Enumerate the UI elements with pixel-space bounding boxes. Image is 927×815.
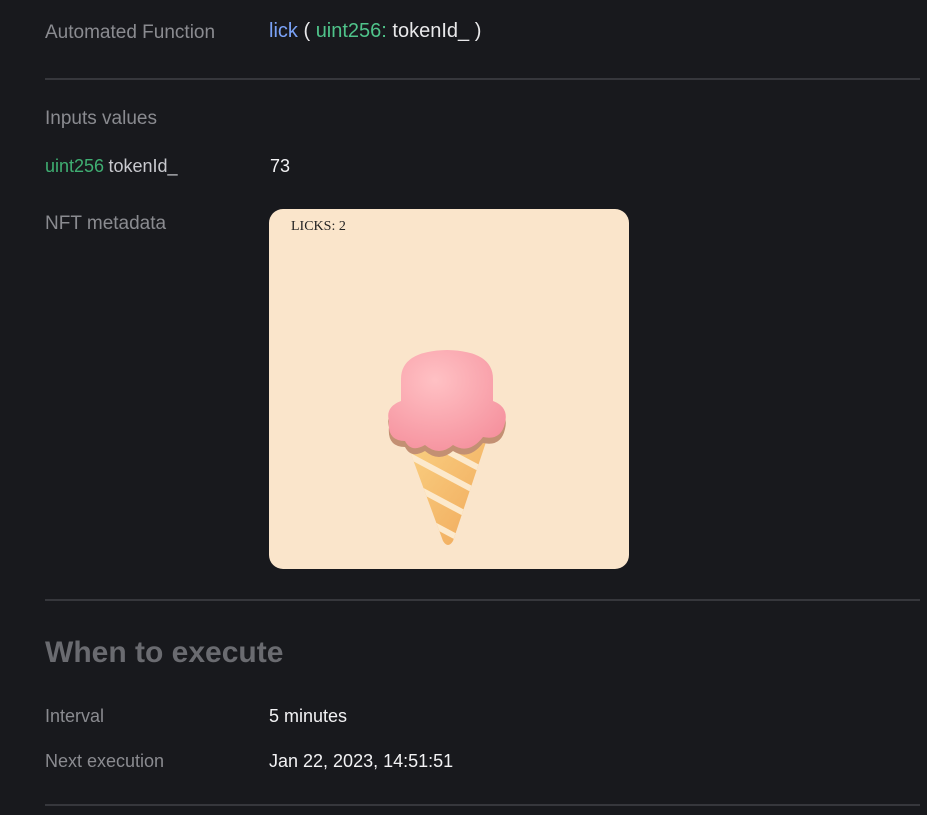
input-value: 73 [270, 156, 291, 176]
divider-bottom [45, 804, 920, 806]
next-execution-label: Next execution [45, 751, 165, 771]
input-row-label: uint256 tokenId_ [45, 156, 178, 177]
nft-image-card: LICKS: 2 [269, 209, 629, 569]
next-execution-value: Jan 22, 2023, 14:51:51 [269, 751, 454, 771]
automated-function-label: Automated Function [45, 22, 216, 43]
ice-cream-icon [388, 350, 506, 545]
divider-top [45, 78, 920, 80]
input-name: tokenId_ [108, 156, 178, 176]
nft-metadata-label: NFT metadata [45, 213, 167, 234]
inputs-heading: Inputs values [45, 108, 157, 129]
interval-label: Interval [45, 706, 105, 726]
input-type: uint256 [45, 156, 105, 176]
param-name: tokenId_ [392, 20, 470, 42]
section-title: When to execute [45, 636, 284, 669]
close-paren: ) [474, 20, 482, 42]
divider-middle [45, 599, 920, 601]
open-paren: ( [303, 20, 311, 42]
function-signature: lick ( uint256: tokenId_ ) [269, 20, 481, 43]
function-name: lick [269, 20, 298, 42]
param-type: uint256: [315, 20, 387, 42]
interval-value: 5 minutes [269, 706, 348, 726]
